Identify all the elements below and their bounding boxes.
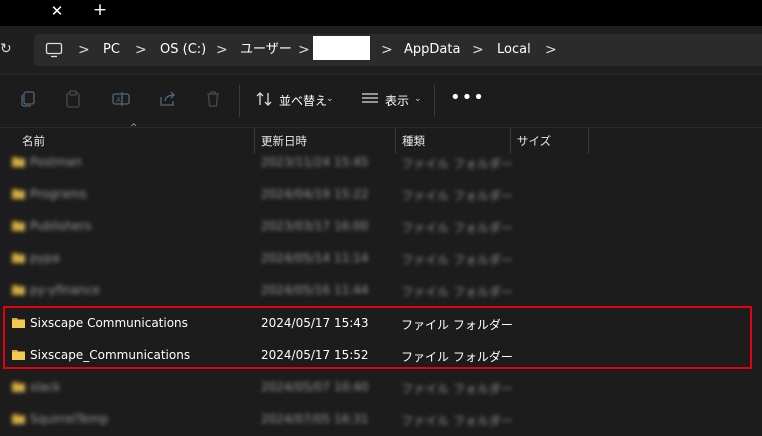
file-type: ファイル フォルダー [401, 285, 513, 299]
file-modified-date: 2023/11/24 15:45 [261, 155, 369, 169]
folder-row[interactable]: Programs 2024/04/19 15:22 ファイル フォルダー [0, 179, 762, 211]
view-button[interactable]: 表示 [385, 92, 409, 109]
file-modified-date: 2024/05/14 11:14 [261, 251, 369, 265]
address-row: ↻ > PC > OS (C:) > ユーザー > > AppData > Lo… [0, 26, 762, 74]
file-type: ファイル フォルダー [401, 157, 513, 171]
breadcrumb-chevron[interactable]: > [78, 34, 90, 66]
view-chevron-down-icon[interactable]: ⌄ [414, 94, 422, 104]
folder-icon [12, 156, 25, 167]
file-name[interactable]: Programs [30, 187, 87, 201]
folder-row[interactable]: Postman 2023/11/24 15:45 ファイル フォルダー [0, 147, 762, 179]
breadcrumb-pc[interactable]: PC [103, 34, 120, 66]
file-name[interactable]: slack [30, 380, 61, 394]
view-icon[interactable] [360, 89, 380, 109]
sort-button[interactable]: 並べ替え [279, 92, 327, 109]
paste-icon[interactable] [63, 89, 83, 109]
breadcrumb-chevron[interactable]: > [381, 34, 393, 66]
file-name[interactable]: Postman [30, 155, 82, 169]
file-name[interactable]: py-yfinance [30, 283, 100, 297]
file-type: ファイル フォルダー [401, 253, 513, 267]
delete-icon[interactable] [203, 89, 223, 109]
highlight-box [3, 306, 752, 369]
breadcrumb-chevron[interactable]: > [135, 34, 147, 66]
folder-row[interactable]: pypa 2024/05/14 11:14 ファイル フォルダー [0, 243, 762, 275]
breadcrumb-users[interactable]: ユーザー [240, 34, 292, 66]
folder-row[interactable]: Publishers 2023/03/17 16:00 ファイル フォルダー [0, 211, 762, 243]
breadcrumb-chevron[interactable]: > [216, 34, 228, 66]
toolbar-separator [434, 85, 435, 117]
rename-icon[interactable]: A [111, 89, 131, 109]
folder-icon [12, 220, 25, 231]
breadcrumb-chevron[interactable]: > [298, 34, 310, 66]
breadcrumb-os-c[interactable]: OS (C:) [160, 34, 206, 66]
file-type: ファイル フォルダー [401, 189, 513, 203]
close-tab-icon[interactable]: ✕ [49, 3, 65, 19]
new-tab-button[interactable]: + [92, 2, 108, 19]
breadcrumb-appdata[interactable]: AppData [404, 34, 460, 66]
folder-row[interactable]: SquirrelTemp 2024/07/05 16:31 ファイル フォルダー [0, 404, 762, 436]
folder-icon [12, 284, 25, 295]
sort-icon[interactable] [254, 89, 274, 109]
file-modified-date: 2023/03/17 16:00 [261, 219, 369, 233]
copy-icon[interactable] [18, 89, 38, 109]
sort-chevron-down-icon[interactable]: ⌄ [326, 94, 334, 104]
computer-icon[interactable] [45, 42, 63, 61]
folder-icon [12, 252, 25, 263]
file-name[interactable]: pypa [30, 251, 60, 265]
folder-row[interactable]: slack 2024/05/07 10:40 ファイル フォルダー [0, 372, 762, 404]
breadcrumb-local[interactable]: Local [497, 34, 531, 66]
breadcrumb-chevron[interactable]: > [545, 34, 557, 66]
folder-icon [12, 381, 25, 392]
toolbar-separator [239, 85, 240, 117]
breadcrumb-chevron[interactable]: > [472, 34, 484, 66]
command-bar: A 並べ替え ⌄ 表示 ⌄ ••• [0, 74, 762, 128]
tab-strip: ✕ + [0, 0, 762, 26]
file-modified-date: 2024/05/07 10:40 [261, 380, 369, 394]
folder-icon [12, 188, 25, 199]
address-bar[interactable]: > PC > OS (C:) > ユーザー > > AppData > Loca… [34, 34, 762, 66]
file-type: ファイル フォルダー [401, 221, 513, 235]
file-type: ファイル フォルダー [401, 414, 513, 428]
file-type: ファイル フォルダー [401, 382, 513, 396]
file-name[interactable]: Publishers [30, 219, 91, 233]
file-modified-date: 2024/05/16 11:44 [261, 283, 369, 297]
refresh-icon[interactable]: ↻ [0, 40, 12, 58]
folder-row[interactable]: py-yfinance 2024/05/16 11:44 ファイル フォルダー [0, 275, 762, 307]
file-name[interactable]: SquirrelTemp [30, 412, 108, 426]
share-icon[interactable] [157, 89, 177, 109]
more-options-button[interactable]: ••• [450, 87, 485, 108]
file-modified-date: 2024/07/05 16:31 [261, 412, 369, 426]
redacted-username[interactable] [313, 36, 370, 60]
file-modified-date: 2024/04/19 15:22 [261, 187, 369, 201]
folder-icon [12, 413, 25, 424]
svg-text:A: A [116, 96, 121, 104]
sort-ascending-caret-icon: ^ [130, 123, 138, 133]
